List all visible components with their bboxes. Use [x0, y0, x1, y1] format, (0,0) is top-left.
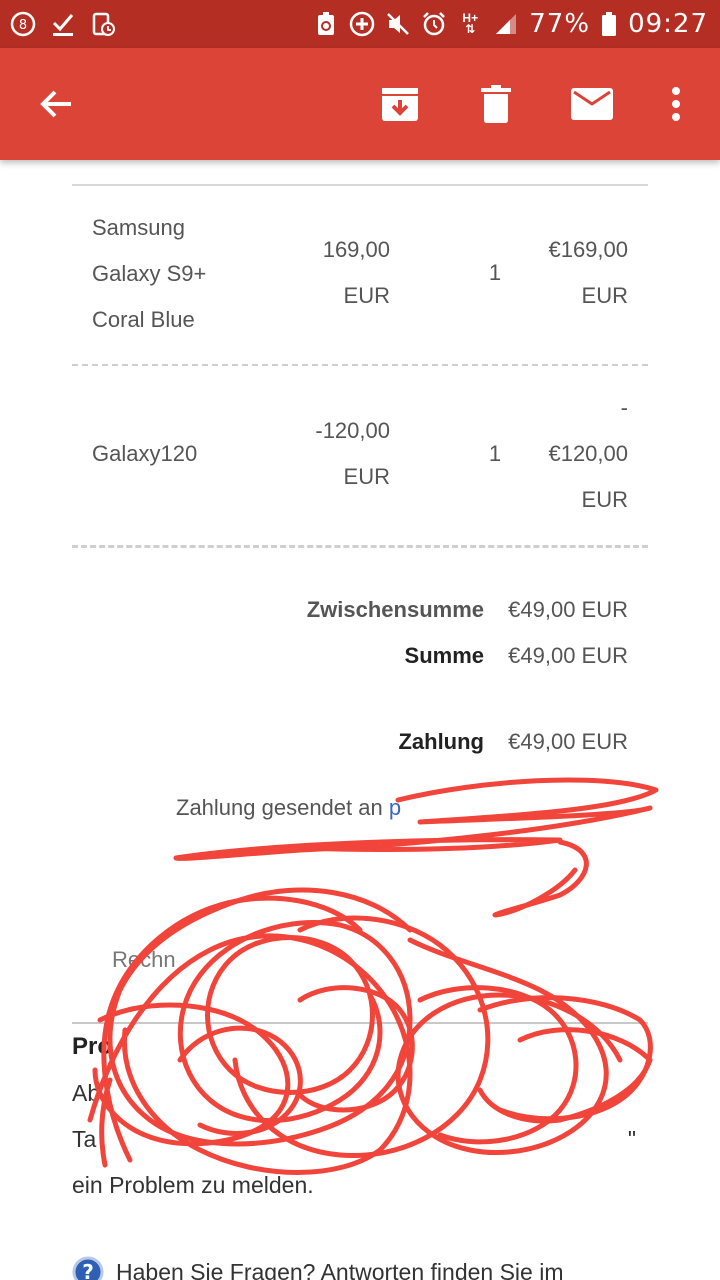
help-icon: ? — [72, 1256, 104, 1280]
faq-text: Haben Sie Fragen? Antworten finden Sie i… — [116, 1258, 564, 1280]
archive-icon — [382, 88, 418, 121]
email-body: Samsung Galaxy S9+ Coral Blue 169,00 EUR… — [0, 160, 720, 1280]
more-options-button[interactable] — [650, 48, 702, 160]
archive-button[interactable] — [368, 48, 432, 160]
subtotal-label: Zwischensumme — [306, 597, 484, 622]
item-unit-price: 169,00 EUR — [322, 237, 390, 308]
alarm-icon — [421, 11, 447, 37]
problem-heading: Pro — [72, 1033, 113, 1060]
mark-unread-button[interactable] — [560, 48, 624, 160]
total-label: Summe — [404, 643, 484, 668]
back-arrow-icon — [40, 90, 71, 118]
item-name: Galaxy120 — [92, 441, 198, 466]
signal-icon — [493, 11, 519, 37]
mute-icon — [385, 11, 411, 37]
app-bar — [0, 48, 720, 160]
row-divider — [72, 364, 648, 366]
mark-unread-icon — [571, 88, 613, 120]
download-icon — [90, 11, 116, 37]
problem-paragraph: Ab Ta " ein Problem zu melden. — [72, 1080, 636, 1198]
notification-badge-icon: 8 — [10, 11, 36, 37]
payment-label: Zahlung — [398, 729, 484, 754]
checkmark-icon — [50, 11, 76, 37]
battery-icon — [600, 11, 618, 37]
item-unit-price: -120,00 EUR — [315, 418, 390, 489]
invoice-number-text: Rechn — [112, 947, 176, 972]
hplus-network-icon: H+ ⇅ — [462, 11, 479, 36]
svg-text:8: 8 — [19, 18, 27, 33]
more-vert-icon — [672, 87, 680, 121]
table-bottom-divider — [72, 545, 648, 548]
back-button[interactable] — [24, 48, 88, 160]
recycle-battery-icon — [313, 11, 339, 37]
item-amount: €169,00 EUR — [548, 237, 628, 308]
subtotal-value: €49,00 EUR — [508, 597, 628, 622]
total-value: €49,00 EUR — [508, 643, 628, 668]
table-header-divider — [72, 184, 648, 186]
section-divider — [72, 1022, 648, 1024]
battery-percent: 77% — [529, 9, 591, 39]
delete-icon — [481, 85, 511, 123]
payment-value: €49,00 EUR — [508, 729, 628, 754]
recipient-email-link[interactable]: p — [389, 795, 401, 820]
svg-text:?: ? — [82, 1260, 94, 1280]
delete-button[interactable] — [464, 48, 528, 160]
payment-sent-text: Zahlung gesendet an p — [176, 795, 402, 820]
faq-row[interactable]: ? Haben Sie Fragen? Antworten finden Sie… — [72, 1256, 564, 1280]
item-name: Samsung Galaxy S9+ Coral Blue — [92, 215, 207, 332]
item-amount: - €120,00 EUR — [548, 395, 628, 512]
clock: 09:27 — [628, 9, 708, 39]
add-circle-icon — [349, 11, 375, 37]
status-bar: 8 H+ ⇅ 77% 09:27 — [0, 0, 720, 48]
